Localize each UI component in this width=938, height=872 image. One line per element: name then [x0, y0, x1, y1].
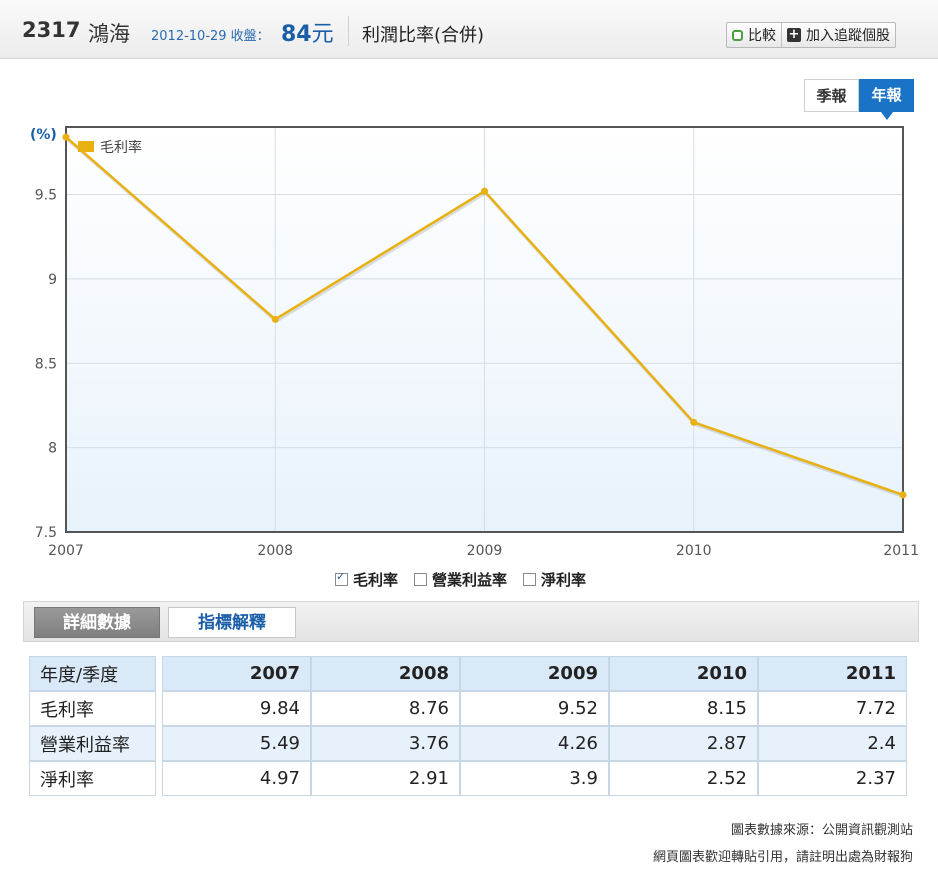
track-stock-label: 加入追蹤個股 — [806, 28, 890, 44]
toggle-label: 淨利率 — [541, 571, 587, 589]
stock-name: 鴻海 — [88, 22, 130, 46]
x-tick-label: 2009 — [467, 543, 503, 559]
data-point — [271, 315, 279, 323]
table-cell: 2.52 — [609, 761, 758, 796]
toggle-operating-margin[interactable]: 營業利益率 — [414, 569, 507, 590]
series-toggles: 毛利率 營業利益率 淨利率 — [335, 569, 586, 590]
table-cell: 4.26 — [460, 726, 609, 761]
row-label: 淨利率 — [29, 761, 156, 796]
data-point — [481, 187, 488, 195]
row-label: 營業利益率 — [29, 726, 156, 761]
table-cell: 4.97 — [162, 761, 311, 796]
year-header: 2011 — [758, 656, 907, 691]
table-cell: 8.15 — [609, 691, 758, 726]
table-cell: 2.37 — [758, 761, 907, 796]
price-value: 84 — [281, 22, 312, 47]
compare-label: 比較 — [748, 28, 776, 44]
table-row-net-margin: 淨利率 4.97 2.91 3.9 2.52 2.37 — [29, 761, 907, 796]
gross-margin-checkbox[interactable] — [335, 570, 348, 586]
tab-detail-data[interactable]: 詳細數據 — [34, 607, 160, 638]
year-header: 2010 — [609, 656, 758, 691]
table-cell: 9.84 — [162, 691, 311, 726]
data-source-note: 圖表數據來源：公開資訊觀測站 — [730, 823, 913, 838]
close-price: 84元 — [281, 16, 334, 48]
track-stock-button[interactable]: + 加入追蹤個股 — [781, 23, 895, 47]
year-header: 2008 — [311, 656, 460, 691]
page-title: 利潤比率(合併) — [362, 25, 485, 46]
y-tick-label: 8.5 — [35, 356, 57, 372]
year-header: 2009 — [460, 656, 609, 691]
citation-note: 網頁圖表歡迎轉貼引用，請註明出處為財報狗 — [652, 850, 913, 865]
table-cell: 5.49 — [162, 726, 311, 761]
plus-icon: + — [787, 27, 801, 42]
net-margin-checkbox[interactable] — [523, 573, 537, 586]
detail-tab-bar: 詳細數據 指標解釋 — [23, 601, 919, 642]
y-tick-label: 8 — [48, 441, 57, 457]
legend-swatch — [78, 141, 94, 152]
y-tick-label: 9 — [48, 272, 57, 288]
table-cell: 3.76 — [311, 726, 460, 761]
operating-margin-checkbox[interactable] — [414, 573, 428, 586]
table-row-operating-margin: 營業利益率 5.49 3.76 4.26 2.87 2.4 — [29, 726, 907, 761]
period-column-header: 年度/季度 — [29, 656, 156, 691]
line-chart: 7.5 8 8.5 9 9.5 2007 2008 2009 2010 2011 (%) 毛利率 — [30, 126, 919, 559]
price-unit: 元 — [311, 22, 334, 47]
ratio-table: 年度/季度 2007 2008 2009 2010 2011 毛利率 9.84 … — [29, 656, 907, 796]
table-cell: 8.76 — [311, 691, 460, 726]
table-cell: 7.72 — [758, 691, 907, 726]
year-header: 2007 — [162, 656, 311, 691]
stock-code: 2317 — [22, 18, 81, 42]
period-tabs: 季報 年報 — [804, 79, 914, 120]
compare-button[interactable]: 比較 — [727, 23, 781, 47]
data-point — [899, 491, 907, 499]
data-point — [690, 418, 698, 426]
x-tick-label: 2011 — [883, 543, 919, 559]
row-label: 毛利率 — [29, 691, 156, 726]
tab-annual[interactable]: 年報 — [859, 79, 914, 120]
x-tick-label: 2007 — [48, 543, 84, 559]
y-axis-label: (%) — [30, 127, 57, 143]
legend-label: 毛利率 — [100, 139, 142, 156]
x-tick-label: 2008 — [257, 543, 293, 559]
data-point — [62, 133, 70, 141]
table-cell: 2.4 — [758, 726, 907, 761]
x-tick-label: 2010 — [676, 543, 712, 559]
table-cell: 2.87 — [609, 726, 758, 761]
toggle-net-margin[interactable]: 淨利率 — [523, 569, 586, 590]
table-cell: 9.52 — [460, 691, 609, 726]
y-tick-label: 7.5 — [35, 525, 57, 541]
toggle-label: 營業利益率 — [432, 571, 508, 589]
tab-quarterly[interactable]: 季報 — [804, 79, 859, 112]
compare-icon — [732, 29, 743, 41]
table-header-row: 年度/季度 2007 2008 2009 2010 2011 — [29, 656, 907, 691]
toggle-gross-margin[interactable]: 毛利率 — [335, 569, 398, 590]
header-divider — [348, 16, 349, 46]
table-cell: 3.9 — [460, 761, 609, 796]
header-actions: 比較 + 加入追蹤個股 — [726, 22, 896, 48]
close-date: 2012-10-29 收盤： — [151, 29, 270, 44]
tab-indicator-explanation[interactable]: 指標解釋 — [168, 607, 296, 638]
table-row-gross-margin: 毛利率 9.84 8.76 9.52 8.15 7.72 — [29, 691, 907, 726]
table-cell: 2.91 — [311, 761, 460, 796]
page-header: 2317 鴻海 2012-10-29 收盤： 84元 利潤比率(合併) 比較 +… — [0, 0, 938, 59]
y-tick-label: 9.5 — [35, 188, 57, 204]
toggle-label: 毛利率 — [353, 571, 399, 589]
